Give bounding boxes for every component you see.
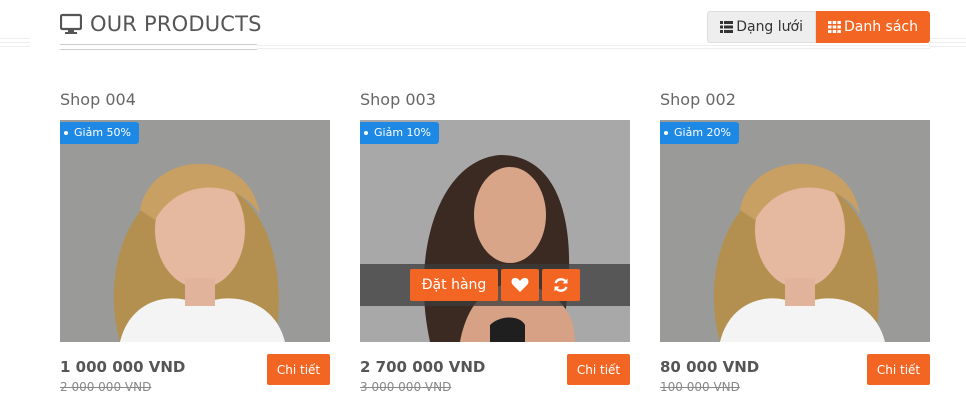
- discount-badge: Giảm 50%: [60, 122, 139, 144]
- product-card: Shop 002 Giảm 20% 80 000 VND 100 000 VND…: [660, 88, 930, 394]
- title-underline: [60, 44, 257, 50]
- product-action-overlay: Đặt hàng: [360, 264, 630, 306]
- wishlist-button[interactable]: [501, 269, 540, 301]
- section-header: OUR PRODUCTS Dạng lưới Danh sách: [59, 0, 930, 50]
- list-view-button[interactable]: Danh sách: [816, 11, 930, 43]
- grid-view-label: Dạng lưới: [736, 19, 803, 35]
- product-price: 2 700 000 VND: [360, 358, 486, 376]
- section-title-text: OUR PRODUCTS: [90, 12, 262, 36]
- list-view-label: Danh sách: [844, 19, 918, 35]
- detail-button[interactable]: Chi tiết: [567, 354, 630, 385]
- grid-view-button[interactable]: Dạng lưới: [707, 11, 816, 43]
- heart-icon: [511, 277, 529, 293]
- list-icon: [720, 21, 734, 33]
- background-lines-right: [930, 38, 966, 50]
- detail-button[interactable]: Chi tiết: [267, 354, 330, 385]
- background-lines-left: [0, 38, 30, 50]
- product-shop-name[interactable]: Shop 002: [660, 88, 930, 112]
- product-shop-name[interactable]: Shop 004: [60, 88, 330, 112]
- view-toggle: Dạng lưới Danh sách: [707, 11, 930, 43]
- price-row: 1 000 000 VND 2 000 000 VND Chi tiết: [60, 350, 330, 394]
- refresh-icon: [553, 277, 569, 293]
- product-price: 1 000 000 VND: [60, 358, 186, 376]
- product-card: Shop 003 Giảm 10% Đặt hàng 2 700 000 VND…: [360, 88, 630, 394]
- grid-icon: [828, 21, 841, 33]
- product-image[interactable]: Giảm 20%: [660, 120, 930, 342]
- price-row: 80 000 VND 100 000 VND Chi tiết: [660, 350, 930, 394]
- price-row: 2 700 000 VND 3 000 000 VND Chi tiết: [360, 350, 630, 394]
- header-rule: [257, 45, 930, 49]
- product-old-price: 100 000 VND: [660, 380, 740, 394]
- section-title: OUR PRODUCTS: [59, 12, 262, 36]
- product-card: Shop 004 Giảm 50% 1 000 000 VND 2 000 00…: [60, 88, 330, 394]
- product-image[interactable]: Giảm 10% Đặt hàng: [360, 120, 630, 342]
- detail-button[interactable]: Chi tiết: [867, 354, 930, 385]
- product-old-price: 3 000 000 VND: [360, 380, 452, 394]
- discount-badge: Giảm 10%: [360, 122, 439, 144]
- product-old-price: 2 000 000 VND: [60, 380, 152, 394]
- compare-button[interactable]: [542, 269, 581, 301]
- order-button[interactable]: Đặt hàng: [409, 269, 499, 301]
- product-price: 80 000 VND: [660, 358, 760, 376]
- discount-badge: Giảm 20%: [660, 122, 739, 144]
- product-image[interactable]: Giảm 50%: [60, 120, 330, 342]
- monitor-icon: [59, 13, 83, 35]
- product-shop-name[interactable]: Shop 003: [360, 88, 630, 112]
